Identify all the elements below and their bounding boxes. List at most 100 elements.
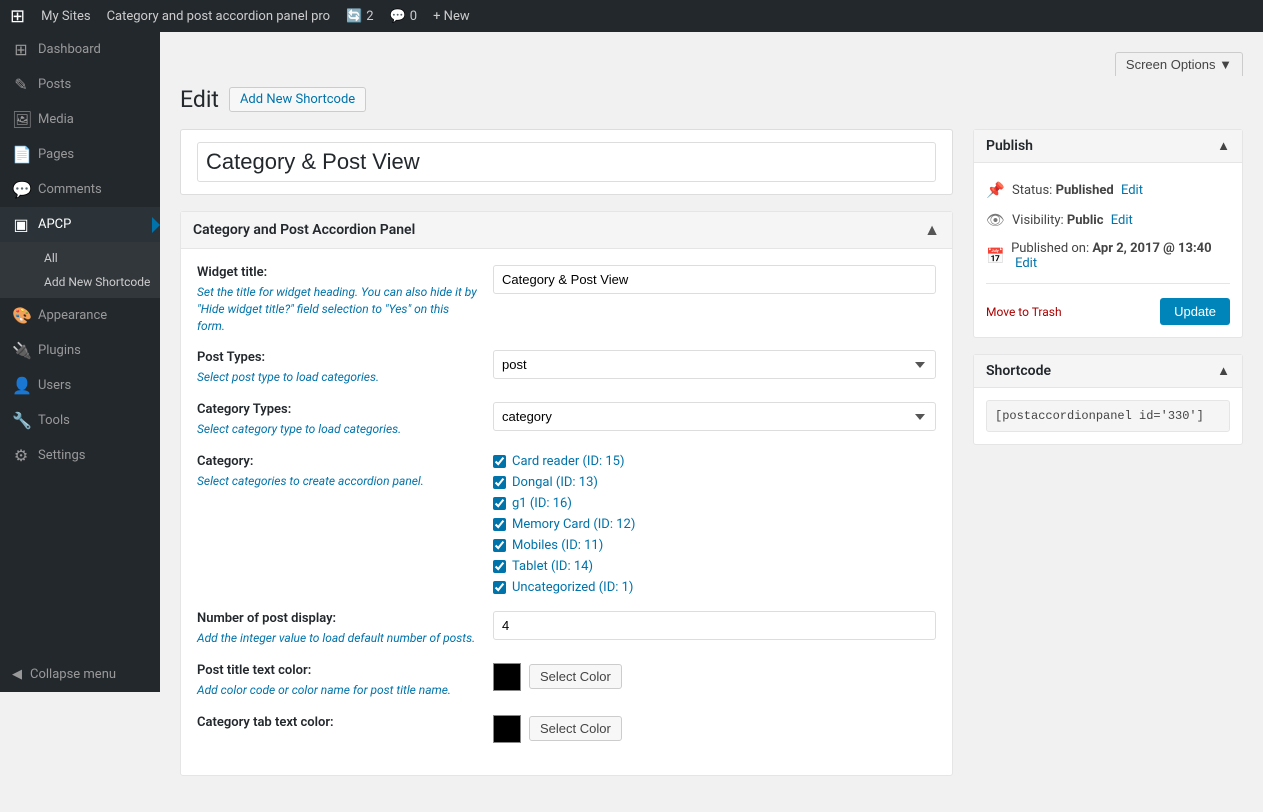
category-checkbox-1[interactable]	[493, 581, 506, 594]
sidebar: ⊞ Dashboard ✎ Posts 🖼 Media 📄 Pages 💬 Co…	[0, 32, 160, 692]
add-new-shortcode-button[interactable]: Add New Shortcode	[229, 87, 366, 112]
publish-date-edit[interactable]: Edit	[1015, 256, 1037, 271]
settings-icon: ⚙	[12, 446, 30, 465]
sidebar-item-settings[interactable]: ⚙ Settings	[0, 438, 160, 473]
category-label-12[interactable]: Memory Card (ID: 12)	[512, 517, 635, 532]
sidebar-item-users[interactable]: 👤 Users	[0, 368, 160, 403]
content-layout: Category and Post Accordion Panel ▲ Widg…	[180, 129, 1243, 792]
category-label-11[interactable]: Mobiles (ID: 11)	[512, 538, 603, 553]
category-tab-color-row: Category tab text color: Select Color	[197, 715, 936, 743]
sidebar-label-tools: Tools	[38, 413, 70, 428]
category-label-15[interactable]: Card reader (ID: 15)	[512, 454, 625, 469]
publish-status-edit[interactable]: Edit	[1121, 183, 1143, 198]
category-row: Category: Select categories to create ac…	[197, 454, 936, 595]
collapse-icon: ◀	[12, 667, 22, 682]
category-label-14[interactable]: Tablet (ID: 14)	[512, 559, 593, 574]
num-posts-row: Number of post display: Add the integer …	[197, 611, 936, 647]
sidebar-item-apcp[interactable]: ▣ APCP	[0, 207, 160, 242]
site-name-link[interactable]: Category and post accordion panel pro	[107, 9, 331, 24]
posts-icon: ✎	[12, 75, 30, 94]
post-title-color-row: Post title text color: Add color code or…	[197, 663, 936, 699]
new-link[interactable]: + New	[433, 9, 470, 24]
sidebar-sub-add-new[interactable]: Add New Shortcode	[36, 270, 160, 294]
sidebar-item-comments[interactable]: 💬 Comments	[0, 172, 160, 207]
num-posts-desc: Add the integer value to load default nu…	[197, 630, 477, 647]
widget-title-field[interactable]	[493, 265, 936, 294]
page-header: Edit Add New Shortcode	[180, 86, 1243, 113]
category-checkbox-12[interactable]	[493, 518, 506, 531]
publish-date-value: Apr 2, 2017 @ 13:40	[1092, 241, 1211, 256]
sidebar-item-appearance[interactable]: 🎨 Appearance	[0, 298, 160, 333]
panel-box-header[interactable]: Category and Post Accordion Panel ▲	[181, 212, 952, 249]
visibility-icon: 👁	[986, 211, 1006, 229]
collapse-label: Collapse menu	[30, 667, 116, 682]
comments-icon: 💬	[12, 180, 30, 199]
category-tab-color-button[interactable]: Select Color	[529, 716, 622, 741]
publish-status-label: Status: Published Edit	[1012, 183, 1143, 198]
sidebar-item-pages[interactable]: 📄 Pages	[0, 137, 160, 172]
publish-visibility-row: 👁 Visibility: Public Edit	[986, 205, 1230, 235]
admin-bar: ⊞ My Sites Category and post accordion p…	[0, 0, 1263, 32]
post-title-color-button[interactable]: Select Color	[529, 664, 622, 689]
sidebar-item-plugins[interactable]: 🔌 Plugins	[0, 333, 160, 368]
sidebar-label-users: Users	[38, 378, 71, 393]
publish-collapse-icon[interactable]: ▲	[1217, 138, 1230, 154]
sidebar-sub-all[interactable]: All	[36, 246, 160, 270]
my-sites-link[interactable]: My Sites	[41, 9, 90, 24]
category-checkbox-16[interactable]	[493, 497, 506, 510]
category-label-13[interactable]: Dongal (ID: 13)	[512, 475, 598, 490]
apcp-icon: ▣	[12, 215, 30, 234]
sidebar-label-settings: Settings	[38, 448, 85, 463]
publish-date-row: 📅 Published on: Apr 2, 2017 @ 13:40 Edit	[986, 235, 1230, 277]
widget-title-label: Widget title:	[197, 265, 477, 280]
num-posts-control	[493, 611, 936, 647]
category-checkbox-14[interactable]	[493, 560, 506, 573]
publish-visibility-edit[interactable]: Edit	[1111, 213, 1133, 228]
update-button[interactable]: Update	[1160, 298, 1230, 325]
category-label-16[interactable]: g1 (ID: 16)	[512, 496, 572, 511]
sidebar-item-dashboard[interactable]: ⊞ Dashboard	[0, 32, 160, 67]
list-item: Uncategorized (ID: 1)	[493, 580, 936, 595]
list-item: g1 (ID: 16)	[493, 496, 936, 511]
num-posts-input[interactable]	[493, 611, 936, 640]
shortcode-box: Shortcode ▲ [postaccordionpanel id='330'…	[973, 354, 1243, 445]
sidebar-item-posts[interactable]: ✎ Posts	[0, 67, 160, 102]
sidebar-item-tools[interactable]: 🔧 Tools	[0, 403, 160, 438]
screen-options-bar: Screen Options ▼	[180, 52, 1243, 76]
widget-title-control	[493, 265, 936, 334]
sidebar-label-pages: Pages	[38, 147, 74, 162]
shortcode-value[interactable]: [postaccordionpanel id='330']	[986, 400, 1230, 432]
panel-toggle-icon: ▲	[924, 220, 940, 240]
move-to-trash-link[interactable]: Move to Trash	[986, 305, 1062, 319]
category-types-row: Category Types: Select category type to …	[197, 402, 936, 438]
list-item: Dongal (ID: 13)	[493, 475, 936, 490]
category-label: Category:	[197, 454, 477, 469]
shortcode-collapse-icon[interactable]: ▲	[1217, 363, 1230, 379]
category-types-select[interactable]: category tag custom	[493, 402, 936, 431]
page-title: Edit	[180, 86, 219, 113]
post-title-color-swatch[interactable]	[493, 663, 521, 691]
accordion-panel-box: Category and Post Accordion Panel ▲ Widg…	[180, 211, 953, 776]
category-label-col: Category: Select categories to create ac…	[197, 454, 477, 595]
category-checkbox-11[interactable]	[493, 539, 506, 552]
panel-box-title: Category and Post Accordion Panel	[193, 222, 415, 238]
sidebar-item-media[interactable]: 🖼 Media	[0, 102, 160, 137]
collapse-menu-btn[interactable]: ◀ Collapse menu	[0, 657, 160, 692]
category-checkbox-13[interactable]	[493, 476, 506, 489]
updates-link[interactable]: 🔄 2	[346, 9, 374, 24]
category-tab-color-swatch[interactable]	[493, 715, 521, 743]
panel-box-body: Widget title: Set the title for widget h…	[181, 249, 952, 775]
category-label-1[interactable]: Uncategorized (ID: 1)	[512, 580, 633, 595]
post-title-input[interactable]	[197, 142, 936, 182]
screen-options-button[interactable]: Screen Options ▼	[1115, 52, 1243, 76]
content-main: Category and Post Accordion Panel ▲ Widg…	[180, 129, 953, 792]
category-checkbox-15[interactable]	[493, 455, 506, 468]
publish-status-row: 📌 Status: Published Edit	[986, 175, 1230, 205]
comments-link[interactable]: 💬 0	[390, 9, 418, 24]
post-title-color-control: Select Color	[493, 663, 936, 699]
post-types-row: Post Types: Select post type to load cat…	[197, 350, 936, 386]
post-title-color-row-inner: Select Color	[493, 663, 936, 691]
publish-box-header: Publish ▲	[974, 130, 1242, 163]
wp-logo-icon[interactable]: ⊞	[10, 6, 25, 27]
post-types-select[interactable]: post page custom	[493, 350, 936, 379]
